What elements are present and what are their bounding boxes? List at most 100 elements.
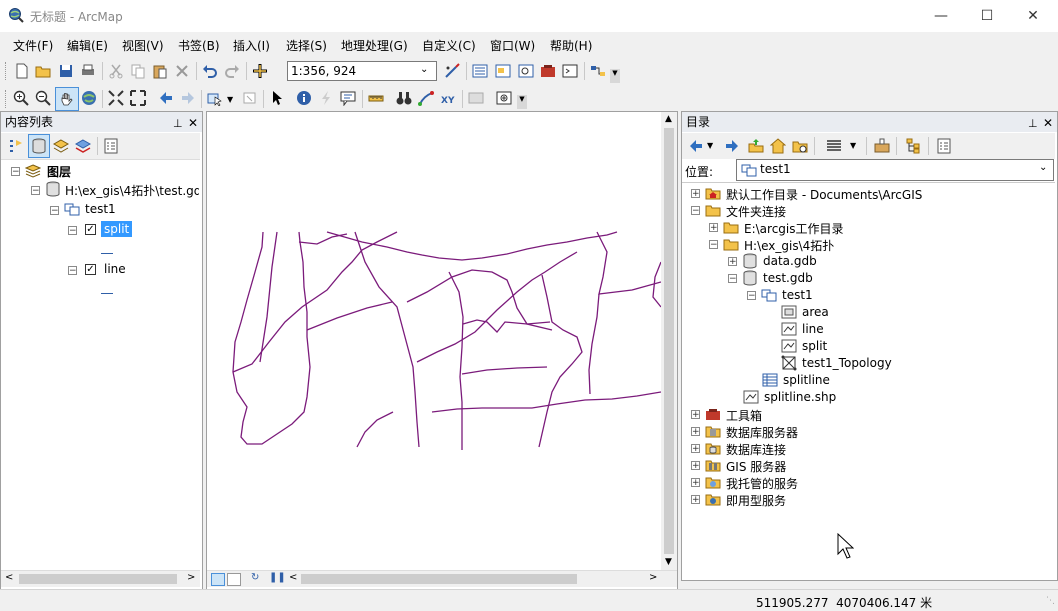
chevron-down-icon[interactable]: ⌄ [420,64,428,75]
close-window-button[interactable]: ✕ [1010,0,1056,32]
list-by-visibility-icon[interactable] [53,138,69,154]
list-by-source-button[interactable] [28,134,50,158]
menu-windows[interactable]: 窗口(W) [490,37,535,54]
catalog-item-test-gdb[interactable]: test.gdb [763,271,813,285]
toolbar-grip[interactable] [5,62,9,80]
toolbar-grip[interactable] [5,90,9,108]
cut-icon[interactable] [108,63,124,79]
scroll-down-arrow[interactable]: ▼ [665,557,672,567]
go-to-xy-icon[interactable]: XY [440,90,456,106]
undo-icon[interactable] [202,63,218,79]
expand-ready-to-use-services-toggle[interactable]: + [691,495,700,505]
time-slider-icon[interactable] [468,90,484,106]
scroll-right-arrow[interactable]: > [649,572,657,583]
menu-insert[interactable]: 插入(I) [233,37,270,54]
select-dropdown-arrow[interactable]: ▼ [227,95,233,104]
scroll-right-arrow[interactable]: > [187,572,195,583]
pin-icon[interactable]: ⊥ [173,114,183,134]
pin-icon[interactable]: ⊥ [1028,114,1038,134]
location-combobox[interactable]: test1 ⌄ [736,159,1054,181]
catalog-item-database-servers[interactable]: 数据库服务器 [726,424,798,441]
toolbar-overflow-button[interactable]: ▼ [517,95,527,109]
catalog-item-e-folder[interactable]: E:\arcgis工作目录 [744,220,844,237]
back-arrow-icon[interactable] [688,138,704,154]
create-viewer-window-icon[interactable] [496,90,512,106]
expand-data-gdb-toggle[interactable]: + [728,257,737,267]
toolbar-overflow-button[interactable]: ▼ [610,69,620,83]
zoom-out-icon[interactable] [35,90,51,106]
fixed-zoom-in-icon[interactable] [108,90,124,106]
back-arrow-icon[interactable] [158,90,174,106]
collapse-layers-toggle[interactable]: − [11,167,20,177]
toggle-contents-panel-icon[interactable] [874,138,890,154]
resize-grip-icon[interactable]: ⋱ [1046,596,1055,606]
split-visibility-checkbox[interactable]: ✓ [85,224,96,235]
redo-icon[interactable] [224,63,240,79]
catalog-item-split[interactable]: split [802,339,827,353]
views-dropdown-arrow[interactable]: ▼ [850,141,856,150]
gdb-path[interactable]: H:\ex_gis\4拓扑\test.gdb [65,182,199,199]
catalog-item-ready-to-use-services[interactable]: 即用型服务 [726,492,786,509]
scroll-thumb[interactable] [664,128,674,554]
scroll-thumb[interactable] [301,574,577,584]
close-icon[interactable]: ✕ [188,113,198,133]
clear-selection-icon[interactable] [242,90,258,106]
editor-toolbar-icon[interactable] [444,63,460,79]
chevron-down-icon[interactable]: ⌄ [1039,162,1047,173]
add-data-icon[interactable] [252,63,268,79]
copy-icon[interactable] [130,63,146,79]
expand-default-home-toggle[interactable]: + [691,189,700,199]
line-layer-name[interactable]: line [104,262,126,276]
expand-hosted-services-toggle[interactable]: + [691,478,700,488]
catalog-item-database-connections[interactable]: 数据库连接 [726,441,786,458]
pan-tool-active-frame[interactable] [55,87,79,111]
collapse-h-folder-toggle[interactable]: − [709,240,718,250]
menu-view[interactable]: 视图(V) [122,37,164,54]
list-by-drawing-order-icon[interactable] [8,138,24,154]
expand-toolboxes-toggle[interactable]: + [691,410,700,420]
collapse-test1-dataset-toggle[interactable]: − [747,291,756,301]
catalog-item-test1[interactable]: test1 [782,288,813,302]
scroll-left-arrow[interactable]: < [5,572,13,583]
forward-arrow-icon[interactable] [724,138,740,154]
catalog-item-toolboxes[interactable]: 工具箱 [726,407,762,424]
views-grid-icon[interactable] [826,138,842,154]
expand-database-connections-toggle[interactable]: + [691,444,700,454]
menu-customize[interactable]: 自定义(C) [422,37,476,54]
search-window-icon[interactable] [518,63,534,79]
map-canvas-roads[interactable] [207,112,661,570]
up-one-level-icon[interactable] [748,138,764,154]
zoom-in-icon[interactable] [13,90,29,106]
collapse-folder-connections-toggle[interactable]: − [691,206,700,216]
select-elements-pointer-icon[interactable] [269,90,285,106]
catalog-item-gis-servers[interactable]: GIS 服务器 [726,458,786,475]
back-dropdown-arrow[interactable]: ▼ [707,141,713,150]
refresh-icon[interactable]: ↻ [251,572,259,583]
scroll-up-arrow[interactable]: ▲ [665,114,672,124]
catalog-item-folder-connections[interactable]: 文件夹连接 [726,203,786,220]
dataset-name[interactable]: test1 [85,202,116,216]
save-icon[interactable] [58,63,74,79]
arctoolbox-icon[interactable] [540,63,556,79]
hyperlink-lightning-icon[interactable] [318,90,334,106]
delete-icon[interactable] [174,63,190,79]
catalog-item-splitline[interactable]: splitline [783,373,830,387]
new-document-icon[interactable] [14,63,30,79]
tree-view-icon[interactable] [906,138,922,154]
collapse-test-gdb-toggle[interactable]: − [728,274,737,284]
map-view[interactable]: ▲ ▼ ↻ ❚❚ < > [206,111,678,590]
catalog-item-splitline-shp[interactable]: splitline.shp [764,390,836,404]
line-visibility-checkbox[interactable]: ✓ [85,264,96,275]
catalog-item-data-gdb[interactable]: data.gdb [763,254,817,268]
catalog-item-default-home[interactable]: 默认工作目录 - Documents\ArcGIS [726,186,922,203]
layout-view-button[interactable] [227,573,241,586]
toc-horizontal-scrollbar[interactable]: < > [1,570,200,587]
html-popup-icon[interactable] [340,90,356,106]
forward-arrow-icon[interactable] [180,90,196,106]
python-window-icon[interactable] [562,63,578,79]
print-icon[interactable] [80,63,96,79]
menu-file[interactable]: 文件(F) [13,37,53,54]
menu-bookmarks[interactable]: 书签(B) [178,37,220,54]
menu-geoprocessing[interactable]: 地理处理(G) [341,37,408,54]
home-folder-icon[interactable] [770,138,786,154]
